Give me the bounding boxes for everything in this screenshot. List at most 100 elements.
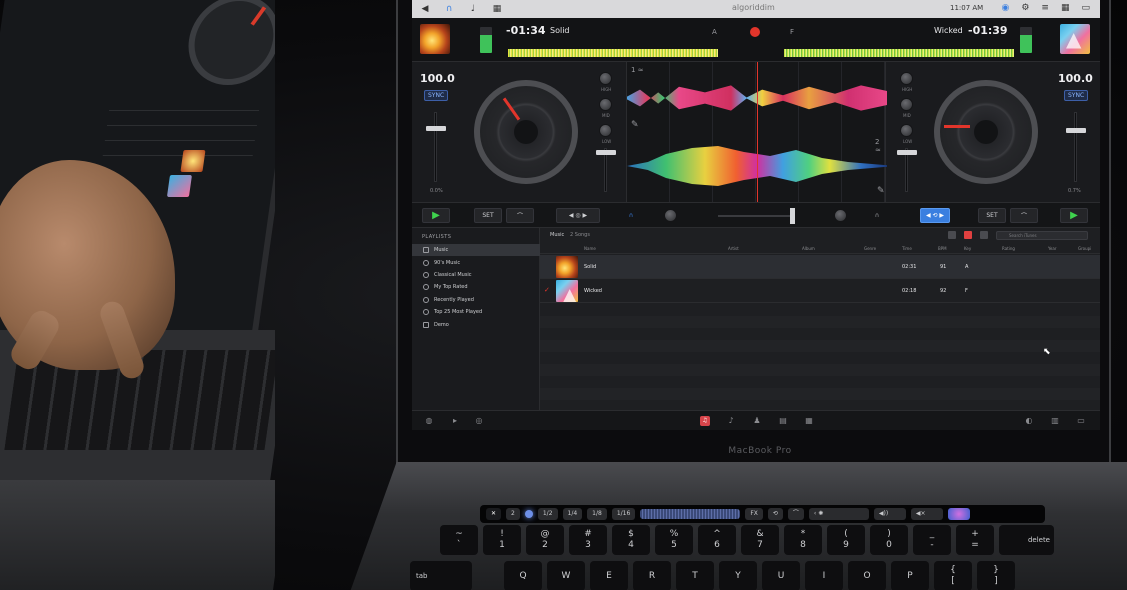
person-icon[interactable]: ♟ (752, 416, 762, 426)
touchbar-close-icon[interactable]: ✕ (486, 508, 502, 520)
left-eq-mid-knob[interactable] (599, 98, 612, 111)
right-pitch-handle[interactable] (1066, 128, 1086, 133)
sidebar-item-music[interactable]: Music (412, 244, 540, 256)
record-mode-icon[interactable]: ◎ (474, 416, 484, 426)
right-loop-button-active[interactable]: ◀ ⟲ ▶ (920, 208, 950, 223)
grid-view-icon[interactable] (980, 231, 988, 239)
table-row[interactable]: ✓ Wicked 02:18 92 F (540, 279, 1100, 303)
keyboard-key[interactable]: R (633, 561, 671, 590)
column-header-key[interactable]: Key (964, 246, 971, 251)
automix-icon[interactable]: ◉ (1001, 3, 1009, 13)
right-eq-low-knob[interactable] (900, 124, 913, 137)
keyboard-key[interactable]: _ - (913, 525, 951, 555)
left-play-button[interactable]: ▶ (422, 208, 450, 223)
touchbar-siri-icon[interactable] (947, 508, 970, 520)
column-header-year[interactable]: Year (1048, 246, 1056, 251)
column-header-album[interactable]: Album (802, 246, 815, 251)
sidebar-item-top-25-most-played[interactable]: Top 25 Most Played (412, 306, 540, 318)
keyboard-key[interactable]: O (848, 561, 886, 590)
vinyl-icon[interactable]: ◍ (424, 416, 434, 426)
sampler-icon[interactable]: ▸ (450, 416, 460, 426)
keyboard-key[interactable]: % 5 (655, 525, 693, 555)
column-header-bpm[interactable]: BPM (938, 246, 947, 251)
right-deck-album-art[interactable] (1060, 24, 1090, 54)
right-bend-button[interactable]: ⌒ (1010, 208, 1038, 223)
keyboard-key[interactable]: (9 (827, 525, 865, 555)
keyboard-key[interactable]: {[ (934, 561, 972, 590)
touchbar-loop-1-2[interactable]: 1/2 (537, 508, 558, 520)
right-turntable[interactable] (934, 80, 1038, 184)
window-icon[interactable]: ▭ (1081, 3, 1090, 13)
keyboard-key[interactable]: W (547, 561, 585, 590)
column-header-artist[interactable]: Artist (728, 246, 739, 251)
right-headphone-cue-icon[interactable]: ∩ (870, 208, 884, 223)
keyboard-key[interactable]: P (891, 561, 929, 590)
left-pitch-handle[interactable] (426, 126, 446, 131)
keyboard-key[interactable]: $4 (612, 525, 650, 555)
search-input[interactable]: Search iTunes (996, 231, 1088, 240)
keyboard-key[interactable]: * 8 (784, 525, 822, 555)
keyboard-key[interactable]: & 7 (741, 525, 779, 555)
microphone-icon[interactable]: ♩ (468, 4, 478, 14)
right-filter-knob[interactable] (834, 209, 847, 222)
touchbar-volume-icon[interactable]: ◀)) (873, 508, 906, 520)
left-headphone-cue-icon[interactable]: ∩ (624, 208, 638, 223)
history-icon[interactable]: ▦ (804, 416, 814, 426)
touchbar-loop-1-16[interactable]: 1/16 (611, 508, 636, 520)
right-pitch-track[interactable] (1074, 112, 1077, 182)
pencil-icon[interactable]: ✎ (877, 186, 885, 196)
left-eq-low-knob[interactable] (599, 124, 612, 137)
spinner-icon[interactable]: ◐ (1024, 416, 1034, 426)
grid-icon[interactable]: ▦ (492, 4, 502, 14)
delete-key[interactable]: delete (999, 525, 1054, 555)
sidebar-item-90s-music[interactable]: 90's Music (412, 257, 540, 269)
keyboard-key[interactable]: ~ ` (440, 525, 478, 555)
right-eq-mid-knob[interactable] (900, 98, 913, 111)
fullscreen-icon[interactable]: ▭ (1076, 416, 1086, 426)
left-bpm[interactable]: 100.0 (420, 72, 455, 85)
list-view-icon[interactable] (948, 231, 956, 239)
queue-icon[interactable]: ▤ (778, 416, 788, 426)
column-header-time[interactable]: Time (902, 246, 912, 251)
tab-key[interactable]: tab (410, 561, 472, 590)
column-header-name[interactable]: Name (584, 246, 596, 251)
left-sync-button[interactable]: SYNC (424, 90, 449, 101)
breadcrumb[interactable]: Music (550, 232, 564, 238)
right-cue-set-button[interactable]: SET (978, 208, 1006, 223)
left-eq-high-knob[interactable] (599, 72, 612, 85)
keyboard-key[interactable]: ^ 6 (698, 525, 736, 555)
keyboard-key[interactable]: T (676, 561, 714, 590)
touchbar-waveform-scrubber[interactable] (640, 509, 741, 519)
music-note-icon[interactable]: ♪ (726, 416, 736, 426)
playlist-view-icon[interactable] (964, 231, 972, 239)
left-cue-set-button[interactable]: SET (474, 208, 502, 223)
sidebar-item-my-top-rated[interactable]: My Top Rated (412, 281, 540, 293)
touchbar-bend-icon[interactable]: ⌒ (787, 508, 804, 520)
record-button[interactable] (750, 27, 760, 37)
right-bpm[interactable]: 100.0 (1058, 72, 1093, 85)
keyboard-key[interactable]: U (762, 561, 800, 590)
left-overview-waveform[interactable] (508, 49, 718, 57)
crossfader-handle[interactable] (790, 208, 795, 224)
column-header-rating[interactable]: Rating (1002, 246, 1015, 251)
waveform-display[interactable]: 1 ≈ 2 ≈ ✎ ✎ (626, 62, 887, 202)
touchbar-fx-button[interactable]: FX (745, 508, 763, 520)
keyboard-key[interactable]: Y (719, 561, 757, 590)
headphones-icon[interactable]: ∩ (444, 4, 454, 14)
touchbar-brightness-icon[interactable]: ‹ ✺ (808, 508, 869, 520)
sidebar-item-demo[interactable]: Demo (412, 319, 540, 331)
left-volume-handle[interactable] (596, 150, 616, 155)
right-volume-handle[interactable] (897, 150, 917, 155)
column-header-grouping[interactable]: Groupi (1078, 246, 1091, 251)
column-header-genre[interactable]: Genre (864, 246, 876, 251)
left-loop-control[interactable]: ◀ ◎ ▶ (556, 208, 600, 223)
itunes-library-icon[interactable]: ♫ (700, 416, 710, 426)
right-eq-high-knob[interactable] (900, 72, 913, 85)
pencil-icon[interactable]: ✎ (631, 120, 639, 130)
sidebar-item-recently-played[interactable]: Recently Played (412, 294, 540, 306)
right-play-button[interactable]: ▶ (1060, 208, 1088, 223)
left-bend-button[interactable]: ⌒ (506, 208, 534, 223)
list-icon[interactable]: ≡ (1041, 3, 1049, 13)
settings-icon[interactable]: ⚙ (1021, 3, 1029, 13)
layout-icon[interactable]: ▦ (1061, 3, 1070, 13)
